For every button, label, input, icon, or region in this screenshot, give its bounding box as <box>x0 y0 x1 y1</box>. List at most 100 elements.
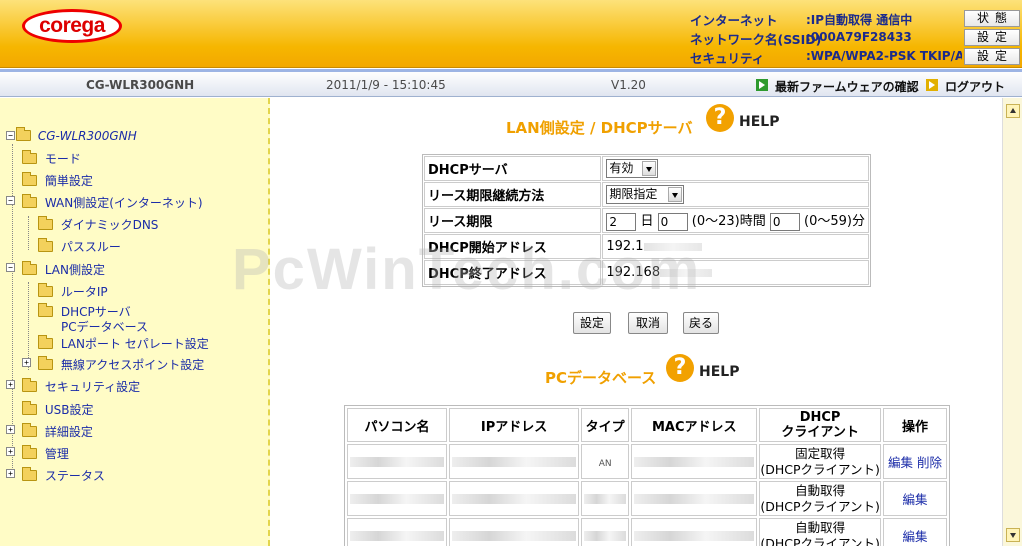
edit-link[interactable]: 編集 <box>888 455 913 470</box>
cancel-button[interactable]: 取消 <box>628 312 668 334</box>
row-dhcp-mode: 自動取得 (DHCPクライアント) <box>759 481 881 516</box>
folder-icon <box>22 150 37 164</box>
folder-open-icon <box>16 127 31 141</box>
table-row: 自動取得 (DHCPクライアント) 編集 <box>347 518 947 546</box>
pcdb-help-link[interactable]: HELP <box>699 364 739 380</box>
ssid-value: :000A79F28433 <box>806 30 912 44</box>
sidebar-item-lan-port-separate[interactable]: LANポート セパレート設定 <box>38 335 209 352</box>
sidebar-item-mode[interactable]: モード <box>22 150 81 167</box>
col-ip-address: IPアドレス <box>449 408 580 442</box>
help-icon[interactable]: ? <box>706 104 734 132</box>
folder-icon <box>22 378 37 392</box>
row-dhcp-mode: 自動取得 (DHCPクライアント) <box>759 518 881 546</box>
folder-icon <box>38 335 53 349</box>
security-label: セキュリティ <box>690 51 765 66</box>
sidebar-root[interactable]: − CG-WLR300GNH <box>6 127 137 143</box>
back-button[interactable]: 戻る <box>683 312 719 334</box>
folder-icon <box>38 356 53 370</box>
ssid-label: ネットワーク名(SSID) <box>690 32 822 47</box>
sidebar-item-status[interactable]: + ステータス <box>6 467 105 484</box>
top-header: corega インターネット :IP自動取得 通信中 状態 ネットワーク名(SS… <box>0 0 1022 68</box>
dhcp-start-value: 192.1 <box>606 239 644 254</box>
hours-range: (0〜23)時間 <box>691 214 766 230</box>
dhcp-server-label: DHCPサーバ <box>424 156 602 181</box>
lease-minutes-input[interactable]: 0 <box>769 212 800 231</box>
folder-icon <box>38 283 53 297</box>
sidebar-item-advanced[interactable]: + 詳細設定 <box>6 423 93 440</box>
internet-label: インターネット <box>690 13 778 28</box>
dhcp-help-link[interactable]: HELP <box>739 114 779 130</box>
sidebar-item-easy-setup[interactable]: 簡単設定 <box>22 172 93 189</box>
row-type: AN <box>598 459 612 469</box>
firmware-version: V1.20 <box>611 78 646 92</box>
dhcp-end-value: 192.168 <box>606 265 661 280</box>
sidebar-item-router-ip[interactable]: ルータIP <box>38 283 108 300</box>
lease-period-label: リース期限 <box>424 208 602 233</box>
ssid-settings-button[interactable]: 設定 <box>964 29 1020 46</box>
folder-open-icon <box>38 303 53 317</box>
col-mac-address: MACアドレス <box>631 408 758 442</box>
col-type: タイプ <box>581 408 630 442</box>
edit-link[interactable]: 編集 <box>902 529 927 544</box>
dhcp-section-title: LAN側設定 / DHCPサーバ <box>506 119 693 137</box>
lease-method-select[interactable]: 期限指定 <box>606 185 685 204</box>
folder-icon <box>22 401 37 415</box>
sidebar-item-wireless-ap[interactable]: + 無線アクセスポイント設定 <box>22 356 204 373</box>
minutes-range: (0〜59)分 <box>804 214 865 230</box>
col-operations: 操作 <box>882 408 947 442</box>
folder-icon <box>22 172 37 186</box>
lease-days-input[interactable]: 2 <box>606 212 637 231</box>
model-name: CG-WLR300GNH <box>86 78 195 92</box>
lease-method-label: リース期限継続方法 <box>424 182 602 207</box>
sidebar-item-security[interactable]: + セキュリティ設定 <box>6 378 140 395</box>
help-icon[interactable]: ? <box>666 354 694 382</box>
table-row: 自動取得 (DHCPクライアント) 編集 <box>347 481 947 516</box>
scroll-up-icon[interactable] <box>1006 104 1020 118</box>
folder-open-icon <box>22 261 37 275</box>
vertical-scrollbar[interactable] <box>1002 98 1022 546</box>
folder-icon <box>38 238 53 252</box>
firmware-check-link[interactable]: 最新ファームウェアの確認 <box>775 78 919 95</box>
dhcp-end-label: DHCP終了アドレス <box>424 260 602 285</box>
dhcp-start-label: DHCP開始アドレス <box>424 234 602 259</box>
folder-icon <box>38 216 53 230</box>
security-settings-button[interactable]: 設定 <box>964 48 1020 65</box>
pcdb-section-title: PCデータベース <box>545 369 657 387</box>
sidebar-tree: − CG-WLR300GNH モード 簡単設定 − WAN側設定(インターネット… <box>0 98 270 546</box>
folder-open-icon <box>22 194 37 208</box>
edit-link[interactable]: 編集 <box>902 492 927 507</box>
dhcp-settings-table: DHCPサーバ 有効 リース期限継続方法 期限指定 リース期限 2 日 0 (0… <box>422 154 871 287</box>
sidebar-item-usb[interactable]: USB設定 <box>22 401 93 418</box>
logout-link[interactable]: ログアウト <box>945 78 1005 95</box>
lease-hours-input[interactable]: 0 <box>657 212 688 231</box>
internet-status: :IP自動取得 通信中 <box>806 13 913 27</box>
scroll-down-icon[interactable] <box>1006 528 1020 542</box>
dhcp-server-select[interactable]: 有効 <box>606 159 659 178</box>
sidebar-item-lan[interactable]: − LAN側設定 <box>6 261 105 278</box>
chevron-down-icon <box>642 161 657 176</box>
sidebar-item-passthrough[interactable]: パススルー <box>38 238 121 255</box>
sidebar-item-admin[interactable]: + 管理 <box>6 445 69 462</box>
main-content: LAN側設定 / DHCPサーバ ? HELP DHCPサーバ 有効 リース期限… <box>272 98 1002 546</box>
set-button[interactable]: 設定 <box>573 312 611 334</box>
col-pc-name: パソコン名 <box>347 408 448 442</box>
date-time: 2011/1/9 - 15:10:45 <box>326 78 446 92</box>
delete-link[interactable]: 削除 <box>917 455 942 470</box>
days-unit: 日 <box>640 214 654 230</box>
col-dhcp-client: DHCP クライアント <box>759 408 881 442</box>
sidebar-item-wan[interactable]: − WAN側設定(インターネット) <box>6 194 203 211</box>
folder-icon <box>22 467 37 481</box>
pc-database-table: パソコン名 IPアドレス タイプ MACアドレス DHCP クライアント 操作 A… <box>344 405 950 546</box>
folder-icon <box>22 445 37 459</box>
table-row: AN 固定取得 (DHCPクライアント) 編集 削除 <box>347 444 947 479</box>
corega-logo: corega <box>22 9 122 43</box>
row-dhcp-mode: 固定取得 (DHCPクライアント) <box>759 444 881 479</box>
folder-icon <box>22 423 37 437</box>
security-value: :WPA/WPA2-PSK TKIP/AES <box>806 49 962 63</box>
chevron-down-icon <box>668 187 683 202</box>
status-button[interactable]: 状態 <box>964 10 1020 27</box>
info-bar: CG-WLR300GNH 2011/1/9 - 15:10:45 V1.20 最… <box>0 69 1022 97</box>
arrow-right-icon <box>926 79 938 91</box>
sidebar-item-pc-database[interactable]: PCデータベース <box>61 318 148 335</box>
sidebar-item-ddns[interactable]: ダイナミックDNS <box>38 216 158 233</box>
